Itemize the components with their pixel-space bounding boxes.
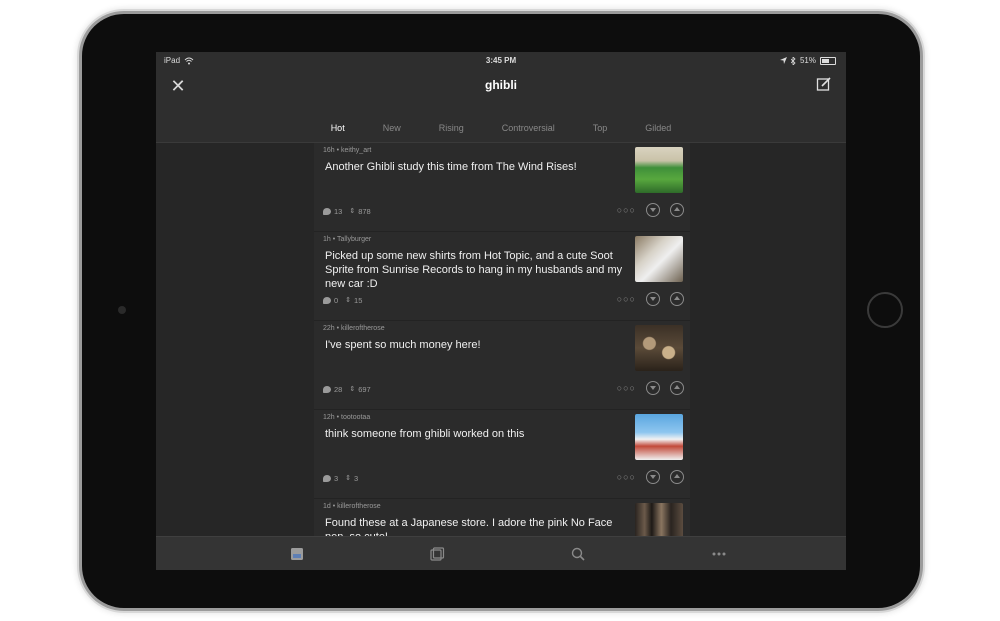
post-meta: 12h • tootootaa: [323, 414, 371, 421]
tab-new[interactable]: New: [364, 120, 420, 136]
score-count: 15: [354, 296, 363, 305]
upvote-icon[interactable]: [670, 381, 684, 395]
score-icon: ⇕: [345, 297, 352, 304]
post-stats: 3 ⇕ 3: [323, 474, 358, 483]
post-thumbnail[interactable]: [635, 414, 683, 460]
clock: 3:45 PM: [485, 56, 517, 65]
comment-icon: [323, 208, 331, 215]
compose-icon[interactable]: [816, 76, 832, 92]
score-count: 878: [358, 207, 371, 216]
location-icon: [779, 57, 787, 64]
comment-icon: [323, 386, 331, 393]
downvote-icon[interactable]: [646, 381, 660, 395]
post-title[interactable]: think someone from ghibli worked on this: [325, 427, 625, 441]
post-thumbnail[interactable]: [635, 325, 683, 371]
battery-icon: [820, 56, 836, 65]
navigation-bar: ✕ ghibli Hot New Rising Controversial To…: [156, 70, 846, 143]
gallery-icon[interactable]: [429, 546, 445, 562]
more-options-icon[interactable]: ○○○: [617, 205, 636, 215]
tab-hot[interactable]: Hot: [312, 120, 364, 136]
post-title[interactable]: Another Ghibli study this time from The …: [325, 160, 625, 174]
score-icon: ⇕: [345, 475, 352, 482]
post-item[interactable]: 12h • tootootaa think someone from ghibl…: [314, 410, 690, 499]
more-options-icon[interactable]: ○○○: [617, 472, 636, 482]
upvote-icon[interactable]: [670, 470, 684, 484]
comment-count: 0: [334, 296, 339, 305]
bluetooth-icon: [790, 56, 796, 65]
post-item[interactable]: 16h • keithy_art Another Ghibli study th…: [314, 143, 690, 232]
feed-icon[interactable]: [289, 546, 305, 562]
search-icon[interactable]: [570, 546, 586, 562]
home-button[interactable]: [867, 292, 903, 328]
post-stats: 13 ⇕ 878: [323, 207, 371, 216]
post-stats: 0 ⇕ 15: [323, 296, 362, 305]
score-count: 3: [354, 474, 359, 483]
post-item[interactable]: 1h • Tallyburger Picked up some new shir…: [314, 232, 690, 321]
upvote-icon[interactable]: [670, 203, 684, 217]
post-stats: 28 ⇕ 697: [323, 385, 371, 394]
post-title[interactable]: Picked up some new shirts from Hot Topic…: [325, 249, 625, 291]
tab-controversial[interactable]: Controversial: [483, 120, 574, 136]
tab-gilded[interactable]: Gilded: [626, 120, 690, 136]
ipad-frame: iPad 3:45 PM 51% ✕ ghibli Hot New Rising…: [82, 14, 920, 608]
tab-rising[interactable]: Rising: [420, 120, 483, 136]
more-options-icon[interactable]: ○○○: [617, 383, 636, 393]
tab-top[interactable]: Top: [574, 120, 627, 136]
downvote-icon[interactable]: [646, 292, 660, 306]
comment-icon: [323, 475, 331, 482]
post-title[interactable]: I've spent so much money here!: [325, 338, 625, 352]
post-thumbnail[interactable]: [635, 236, 683, 282]
upvote-icon[interactable]: [670, 292, 684, 306]
more-icon[interactable]: [711, 546, 727, 562]
post-feed: 16h • keithy_art Another Ghibli study th…: [314, 143, 690, 552]
sort-tabs: Hot New Rising Controversial Top Gilded: [156, 120, 846, 136]
post-meta: 1h • Tallyburger: [323, 236, 372, 243]
downvote-icon[interactable]: [646, 470, 660, 484]
comment-count: 3: [334, 474, 339, 483]
score-icon: ⇕: [349, 208, 356, 215]
status-bar: iPad 3:45 PM 51%: [156, 52, 846, 70]
post-meta: 22h • killeroftherose: [323, 325, 385, 332]
comment-count: 13: [334, 207, 343, 216]
comment-count: 28: [334, 385, 343, 394]
page-title: ghibli: [485, 78, 517, 92]
comment-icon: [323, 297, 331, 304]
post-thumbnail[interactable]: [635, 147, 683, 193]
score-icon: ⇕: [349, 386, 356, 393]
battery-percent: 51%: [799, 56, 816, 65]
downvote-icon[interactable]: [646, 203, 660, 217]
bottom-tab-bar: [156, 536, 846, 570]
front-camera: [118, 306, 126, 314]
post-meta: 16h • keithy_art: [323, 147, 372, 154]
app-screen: iPad 3:45 PM 51% ✕ ghibli Hot New Rising…: [156, 52, 846, 570]
post-meta: 1d • killeroftherose: [323, 503, 381, 510]
post-item[interactable]: 22h • killeroftherose I've spent so much…: [314, 321, 690, 410]
more-options-icon[interactable]: ○○○: [617, 294, 636, 304]
score-count: 697: [358, 385, 371, 394]
